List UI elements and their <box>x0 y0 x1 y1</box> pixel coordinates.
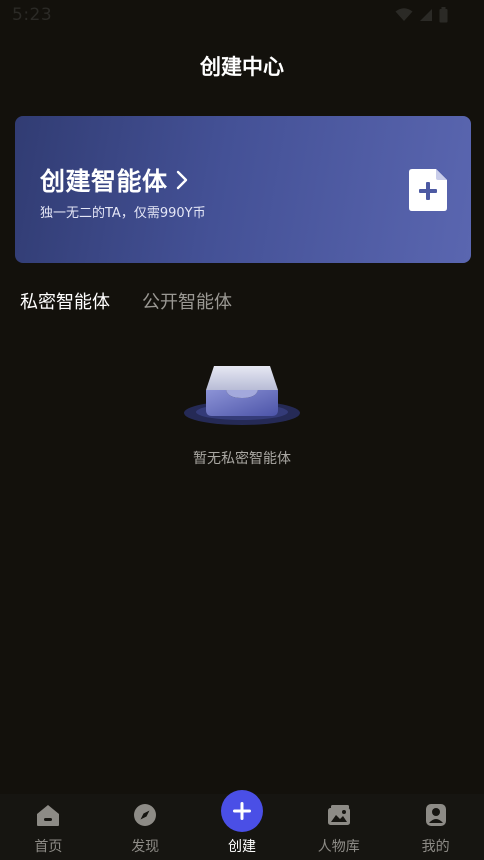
create-fab-button[interactable] <box>220 790 263 832</box>
signal-icon <box>420 9 432 21</box>
create-agent-title-row[interactable]: 创建智能体 <box>40 162 188 198</box>
tabbar-item-discover[interactable]: 发现 <box>97 794 194 860</box>
tab-public-agents[interactable]: 公开智能体 <box>142 288 232 314</box>
agent-tabs: 私密智能体 公开智能体 <box>20 288 232 314</box>
create-agent-subtitle: 独一无二的TA，仅需990Y币 <box>40 206 206 221</box>
empty-box-icon <box>184 366 300 425</box>
create-agent-title: 创建智能体 <box>40 167 168 196</box>
gallery-icon <box>327 805 350 825</box>
status-bar: 5:23 <box>0 0 484 32</box>
profile-icon <box>425 804 446 826</box>
plus-icon <box>232 802 251 820</box>
tabbar-label-discover: 发现 <box>131 839 160 855</box>
page-title: 创建中心 <box>200 55 284 79</box>
status-time: 5:23 <box>12 5 53 25</box>
tabbar-label-create: 创建 <box>227 839 256 855</box>
create-agent-card[interactable]: 创建智能体 独一无二的TA，仅需990Y币 <box>15 116 471 263</box>
tabbar-label-characters: 人物库 <box>317 839 360 855</box>
empty-state: 暂无私密智能体 <box>0 358 484 468</box>
status-icons <box>395 7 448 23</box>
battery-icon <box>439 7 448 23</box>
tabbar-item-create[interactable]: 创建 <box>194 790 291 860</box>
add-document-icon[interactable] <box>409 169 447 211</box>
tabbar-item-home[interactable]: 首页 <box>0 794 97 860</box>
chevron-right-icon <box>176 170 187 190</box>
wifi-icon <box>395 8 413 21</box>
tabbar-label-mine: 我的 <box>421 839 450 855</box>
tabbar-item-mine[interactable]: 我的 <box>387 794 484 860</box>
empty-state-text: 暂无私密智能体 <box>193 451 291 467</box>
tab-private-agents[interactable]: 私密智能体 <box>20 288 110 314</box>
tabbar-label-home: 首页 <box>34 839 63 855</box>
tabbar-item-characters[interactable]: 人物库 <box>290 794 387 860</box>
home-icon <box>37 805 60 826</box>
compass-icon <box>134 804 157 826</box>
bottom-tab-bar: 首页 发现 创建 人物库 我的 <box>0 790 484 860</box>
